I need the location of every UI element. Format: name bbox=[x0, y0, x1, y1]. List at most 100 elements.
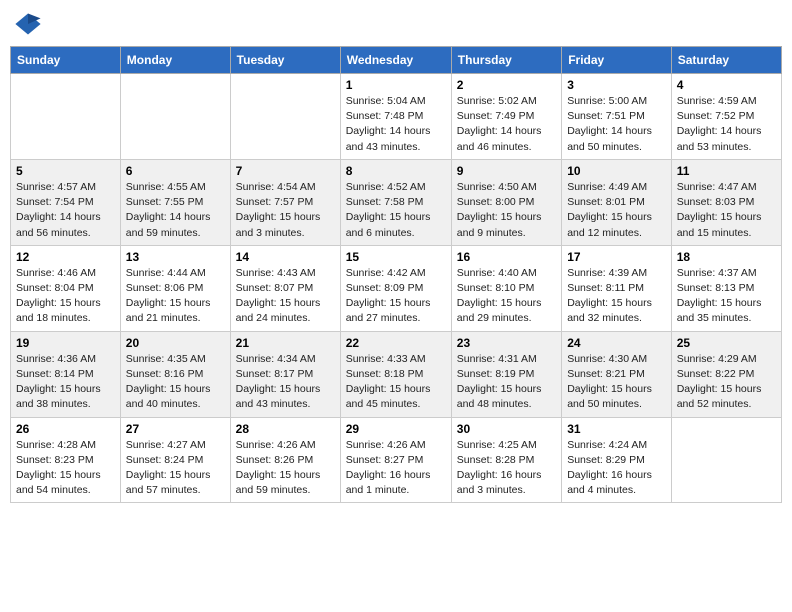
day-info: Sunrise: 5:04 AMSunset: 7:48 PMDaylight:… bbox=[346, 94, 446, 155]
calendar-week-3: 12 Sunrise: 4:46 AMSunset: 8:04 PMDayligh… bbox=[11, 245, 782, 331]
day-info: Sunrise: 4:49 AMSunset: 8:01 PMDaylight:… bbox=[567, 180, 666, 241]
day-info: Sunrise: 4:40 AMSunset: 8:10 PMDaylight:… bbox=[457, 266, 556, 327]
calendar-cell: 30 Sunrise: 4:25 AMSunset: 8:28 PMDayligh… bbox=[451, 417, 561, 503]
day-info: Sunrise: 4:25 AMSunset: 8:28 PMDaylight:… bbox=[457, 438, 556, 499]
calendar-week-5: 26 Sunrise: 4:28 AMSunset: 8:23 PMDayligh… bbox=[11, 417, 782, 503]
weekday-header-thursday: Thursday bbox=[451, 47, 561, 74]
day-info: Sunrise: 4:59 AMSunset: 7:52 PMDaylight:… bbox=[677, 94, 776, 155]
logo-icon bbox=[14, 10, 42, 38]
day-info: Sunrise: 4:42 AMSunset: 8:09 PMDaylight:… bbox=[346, 266, 446, 327]
day-number: 19 bbox=[16, 336, 115, 350]
day-info: Sunrise: 4:54 AMSunset: 7:57 PMDaylight:… bbox=[236, 180, 335, 241]
calendar-cell: 28Sunrise: 4:26 AMSunset: 8:26 PMDayligh… bbox=[230, 417, 340, 503]
day-info: Sunrise: 4:47 AMSunset: 8:03 PMDaylight:… bbox=[677, 180, 776, 241]
calendar-cell: 23 Sunrise: 4:31 AMSunset: 8:19 PMDayligh… bbox=[451, 331, 561, 417]
day-info: Sunrise: 4:46 AMSunset: 8:04 PMDaylight:… bbox=[16, 266, 115, 327]
day-info: Sunrise: 4:44 AMSunset: 8:06 PMDaylight:… bbox=[126, 266, 225, 327]
calendar-cell: 27 Sunrise: 4:27 AMSunset: 8:24 PMDayligh… bbox=[120, 417, 230, 503]
calendar-week-1: 1 Sunrise: 5:04 AMSunset: 7:48 PMDaylight… bbox=[11, 74, 782, 160]
day-info: Sunrise: 4:39 AMSunset: 8:11 PMDaylight:… bbox=[567, 266, 666, 327]
day-number: 26 bbox=[16, 422, 115, 436]
day-number: 11 bbox=[677, 164, 776, 178]
calendar-cell: 26 Sunrise: 4:28 AMSunset: 8:23 PMDayligh… bbox=[11, 417, 121, 503]
calendar-cell: 3 Sunrise: 5:00 AMSunset: 7:51 PMDaylight… bbox=[562, 74, 672, 160]
weekday-header-monday: Monday bbox=[120, 47, 230, 74]
calendar-cell bbox=[671, 417, 781, 503]
calendar-cell: 14 Sunrise: 4:43 AMSunset: 8:07 PMDayligh… bbox=[230, 245, 340, 331]
day-number: 9 bbox=[457, 164, 556, 178]
calendar-cell: 5 Sunrise: 4:57 AMSunset: 7:54 PMDaylight… bbox=[11, 159, 121, 245]
calendar-cell: 13 Sunrise: 4:44 AMSunset: 8:06 PMDayligh… bbox=[120, 245, 230, 331]
calendar-week-4: 19Sunrise: 4:36 AMSunset: 8:14 PMDayligh… bbox=[11, 331, 782, 417]
calendar-cell bbox=[11, 74, 121, 160]
calendar-cell: 11 Sunrise: 4:47 AMSunset: 8:03 PMDayligh… bbox=[671, 159, 781, 245]
calendar-cell: 18 Sunrise: 4:37 AMSunset: 8:13 PMDayligh… bbox=[671, 245, 781, 331]
day-info: Sunrise: 4:26 AMSunset: 8:27 PMDaylight:… bbox=[346, 438, 446, 499]
day-number: 17 bbox=[567, 250, 666, 264]
day-info: Sunrise: 4:35 AMSunset: 8:16 PMDaylight:… bbox=[126, 352, 225, 413]
day-info: Sunrise: 5:00 AMSunset: 7:51 PMDaylight:… bbox=[567, 94, 666, 155]
weekday-header-saturday: Saturday bbox=[671, 47, 781, 74]
day-number: 25 bbox=[677, 336, 776, 350]
day-number: 23 bbox=[457, 336, 556, 350]
weekday-header-tuesday: Tuesday bbox=[230, 47, 340, 74]
day-info: Sunrise: 4:55 AMSunset: 7:55 PMDaylight:… bbox=[126, 180, 225, 241]
calendar-cell: 1 Sunrise: 5:04 AMSunset: 7:48 PMDaylight… bbox=[340, 74, 451, 160]
day-number: 14 bbox=[236, 250, 335, 264]
day-number: 21 bbox=[236, 336, 335, 350]
calendar-cell: 25 Sunrise: 4:29 AMSunset: 8:22 PMDayligh… bbox=[671, 331, 781, 417]
calendar-week-2: 5 Sunrise: 4:57 AMSunset: 7:54 PMDaylight… bbox=[11, 159, 782, 245]
day-number: 16 bbox=[457, 250, 556, 264]
calendar-cell: 22 Sunrise: 4:33 AMSunset: 8:18 PMDayligh… bbox=[340, 331, 451, 417]
calendar-cell: 15 Sunrise: 4:42 AMSunset: 8:09 PMDayligh… bbox=[340, 245, 451, 331]
day-info: Sunrise: 4:33 AMSunset: 8:18 PMDaylight:… bbox=[346, 352, 446, 413]
day-number: 12 bbox=[16, 250, 115, 264]
day-number: 5 bbox=[16, 164, 115, 178]
calendar-cell bbox=[230, 74, 340, 160]
day-number: 13 bbox=[126, 250, 225, 264]
calendar-cell: 17 Sunrise: 4:39 AMSunset: 8:11 PMDayligh… bbox=[562, 245, 672, 331]
day-info: Sunrise: 5:02 AMSunset: 7:49 PMDaylight:… bbox=[457, 94, 556, 155]
calendar-cell: 6 Sunrise: 4:55 AMSunset: 7:55 PMDaylight… bbox=[120, 159, 230, 245]
day-number: 6 bbox=[126, 164, 225, 178]
day-number: 30 bbox=[457, 422, 556, 436]
day-number: 22 bbox=[346, 336, 446, 350]
day-info: Sunrise: 4:52 AMSunset: 7:58 PMDaylight:… bbox=[346, 180, 446, 241]
page-header bbox=[10, 10, 782, 38]
day-info: Sunrise: 4:43 AMSunset: 8:07 PMDaylight:… bbox=[236, 266, 335, 327]
day-number: 15 bbox=[346, 250, 446, 264]
calendar-cell: 19Sunrise: 4:36 AMSunset: 8:14 PMDayligh… bbox=[11, 331, 121, 417]
day-number: 1 bbox=[346, 78, 446, 92]
calendar-table: SundayMondayTuesdayWednesdayThursdayFrid… bbox=[10, 46, 782, 503]
day-info: Sunrise: 4:27 AMSunset: 8:24 PMDaylight:… bbox=[126, 438, 225, 499]
day-number: 29 bbox=[346, 422, 446, 436]
logo bbox=[14, 10, 46, 38]
day-info: Sunrise: 4:24 AMSunset: 8:29 PMDaylight:… bbox=[567, 438, 666, 499]
day-info: Sunrise: 4:37 AMSunset: 8:13 PMDaylight:… bbox=[677, 266, 776, 327]
day-info: Sunrise: 4:57 AMSunset: 7:54 PMDaylight:… bbox=[16, 180, 115, 241]
calendar-cell: 9Sunrise: 4:50 AMSunset: 8:00 PMDaylight… bbox=[451, 159, 561, 245]
day-info: Sunrise: 4:34 AMSunset: 8:17 PMDaylight:… bbox=[236, 352, 335, 413]
day-number: 31 bbox=[567, 422, 666, 436]
calendar-cell bbox=[120, 74, 230, 160]
weekday-header-sunday: Sunday bbox=[11, 47, 121, 74]
day-number: 27 bbox=[126, 422, 225, 436]
day-info: Sunrise: 4:29 AMSunset: 8:22 PMDaylight:… bbox=[677, 352, 776, 413]
calendar-cell: 8Sunrise: 4:52 AMSunset: 7:58 PMDaylight… bbox=[340, 159, 451, 245]
calendar-cell: 24Sunrise: 4:30 AMSunset: 8:21 PMDayligh… bbox=[562, 331, 672, 417]
day-number: 28 bbox=[236, 422, 335, 436]
day-number: 7 bbox=[236, 164, 335, 178]
day-number: 18 bbox=[677, 250, 776, 264]
day-number: 20 bbox=[126, 336, 225, 350]
calendar-cell: 4Sunrise: 4:59 AMSunset: 7:52 PMDaylight… bbox=[671, 74, 781, 160]
day-number: 2 bbox=[457, 78, 556, 92]
day-info: Sunrise: 4:30 AMSunset: 8:21 PMDaylight:… bbox=[567, 352, 666, 413]
calendar-cell: 2 Sunrise: 5:02 AMSunset: 7:49 PMDaylight… bbox=[451, 74, 561, 160]
day-number: 3 bbox=[567, 78, 666, 92]
day-info: Sunrise: 4:28 AMSunset: 8:23 PMDaylight:… bbox=[16, 438, 115, 499]
day-info: Sunrise: 4:31 AMSunset: 8:19 PMDaylight:… bbox=[457, 352, 556, 413]
weekday-header-row: SundayMondayTuesdayWednesdayThursdayFrid… bbox=[11, 47, 782, 74]
calendar-cell: 7 Sunrise: 4:54 AMSunset: 7:57 PMDaylight… bbox=[230, 159, 340, 245]
calendar-cell: 29 Sunrise: 4:26 AMSunset: 8:27 PMDayligh… bbox=[340, 417, 451, 503]
calendar-cell: 12 Sunrise: 4:46 AMSunset: 8:04 PMDayligh… bbox=[11, 245, 121, 331]
